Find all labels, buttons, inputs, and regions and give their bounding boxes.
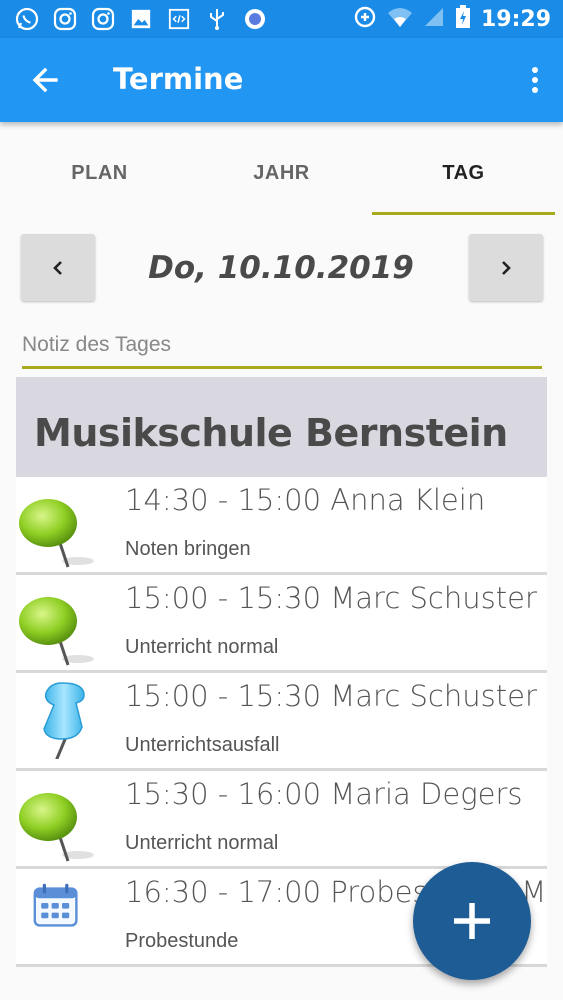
tab-bar: PLAN JAHR TAG — [0, 122, 563, 218]
back-button[interactable] — [26, 60, 66, 100]
day-note-input[interactable] — [22, 328, 542, 362]
next-day-button[interactable] — [469, 234, 543, 301]
data-saver-icon — [353, 5, 377, 34]
image-icon — [128, 7, 154, 31]
green-pin-icon — [19, 499, 94, 568]
chevron-right-icon — [502, 260, 511, 275]
green-pin-icon — [19, 597, 94, 666]
appointment-subtitle: Probestunde — [125, 930, 239, 952]
appointment-title: 14:30 - 15:00 Anna Klein — [125, 483, 486, 517]
overflow-menu-button[interactable] — [525, 60, 545, 100]
appointment-subtitle: Noten bringen — [125, 538, 251, 560]
wifi-icon — [387, 6, 413, 33]
plus-icon — [454, 903, 490, 939]
blue-pin-icon — [43, 682, 85, 759]
chevron-left-icon — [53, 260, 62, 275]
signal-icon — [423, 6, 445, 33]
appointment-title: 15:00 - 15:30 Marc Schuster — [125, 581, 537, 615]
add-appointment-button[interactable] — [413, 862, 531, 980]
circle-icon — [242, 7, 268, 31]
status-bar: 19:29 — [0, 0, 563, 38]
appointment-subtitle: Unterricht normal — [125, 636, 279, 658]
current-date: Do, 10.10.2019 — [148, 250, 414, 286]
calendar-icon — [33, 883, 78, 927]
usb-icon — [204, 7, 230, 31]
code-icon — [166, 7, 192, 31]
green-pin-icon — [19, 793, 94, 862]
app-bar: Termine — [0, 38, 563, 122]
list-item[interactable]: 15:00 - 15:30 Marc Schuster Unterricht n… — [16, 575, 547, 673]
status-time: 19:29 — [480, 7, 551, 32]
list-item[interactable]: 15:00 - 15:30 Marc Schuster Unterrichtsa… — [16, 673, 547, 771]
tab-indicator — [372, 212, 555, 215]
previous-day-button[interactable] — [21, 234, 95, 301]
instagram-icon — [52, 7, 78, 31]
page-title: Termine — [113, 62, 244, 96]
more-vert-icon — [532, 67, 538, 93]
battery-charging-icon — [455, 5, 471, 34]
list-item[interactable]: 15:30 - 16:00 Maria Degers Unterricht no… — [16, 771, 547, 869]
appointment-subtitle: Unterricht normal — [125, 832, 279, 854]
list-item[interactable]: 14:30 - 15:00 Anna Klein Noten bringen — [16, 477, 547, 575]
whatsapp-icon — [14, 7, 40, 31]
tab-tag[interactable]: TAG — [372, 162, 555, 216]
appointment-subtitle: Unterrichtsausfall — [125, 734, 280, 756]
arrow-back-icon — [32, 67, 58, 93]
note-field-wrapper — [22, 328, 542, 369]
appointment-title: 15:00 - 15:30 Marc Schuster — [125, 679, 537, 713]
appointment-title: 15:30 - 16:00 Maria Degers — [125, 777, 523, 811]
section-title: Musikschule Bernstein — [34, 411, 508, 455]
tab-jahr[interactable]: JAHR — [190, 162, 373, 216]
section-header: Musikschule Bernstein — [16, 377, 547, 477]
instagram-icon — [90, 7, 116, 31]
tab-plan[interactable]: PLAN — [8, 162, 191, 216]
